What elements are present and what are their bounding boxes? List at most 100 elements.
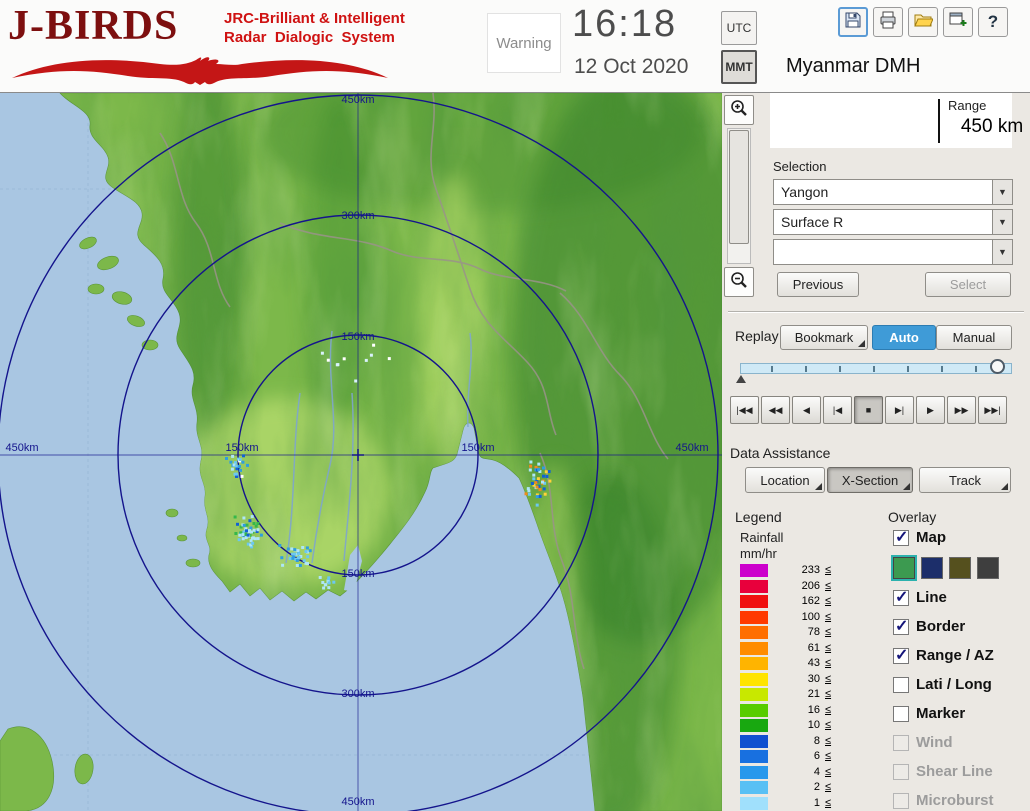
utc-toggle-button[interactable]: UTC xyxy=(721,11,757,45)
overlay-item-label: Border xyxy=(916,618,965,635)
legend-value: 1 xyxy=(784,796,820,811)
checkbox-line[interactable]: ✓ xyxy=(893,590,909,606)
checkbox-lati-long[interactable] xyxy=(893,677,909,693)
legend-suffix: ≤ xyxy=(825,625,831,640)
playback-step-back-button[interactable]: |◀ xyxy=(823,396,852,424)
zoom-out-icon xyxy=(729,270,749,295)
overlay-item-range-az: ✓ Range / AZ xyxy=(888,648,1030,672)
legend-row: 6≤ xyxy=(740,749,840,764)
range-ring-label: 300km xyxy=(341,688,374,700)
map-style-swatch-1[interactable] xyxy=(893,557,915,579)
header-toolbar: ? xyxy=(838,7,1008,37)
playback-stop-button[interactable]: ■ xyxy=(854,396,883,424)
product-dropdown[interactable]: Surface R ▼ xyxy=(773,209,1013,235)
save-button[interactable] xyxy=(838,7,868,37)
previous-button[interactable]: Previous xyxy=(777,272,859,297)
chevron-down-icon: ▼ xyxy=(998,247,1007,257)
extra-dropdown[interactable]: ▼ xyxy=(773,239,1013,265)
bookmark-button[interactable]: Bookmark xyxy=(780,325,868,350)
overlay-item-label: Map xyxy=(916,529,946,546)
overlay-item-lati-long: Lati / Long xyxy=(888,677,1030,701)
radar-map[interactable]: 450km300km150km150km300km450km450km150km… xyxy=(0,93,722,811)
checkbox-map[interactable]: ✓ xyxy=(893,530,909,546)
legend-suffix: ≤ xyxy=(825,718,831,733)
playback-step-forward-button[interactable]: ▶| xyxy=(885,396,914,424)
site-dropdown-value: Yangon xyxy=(781,184,828,200)
legend-value: 2 xyxy=(784,780,820,795)
legend-suffix: ≤ xyxy=(825,749,831,764)
playback-play-reverse-button[interactable]: ◀ xyxy=(792,396,821,424)
check-mark-icon: ✓ xyxy=(895,616,908,636)
legend-color-swatch xyxy=(740,719,768,732)
track-button[interactable]: Track xyxy=(919,467,1011,493)
overlay-item-wind: Wind xyxy=(888,735,1030,759)
checkbox-wind[interactable] xyxy=(893,735,909,751)
open-button[interactable] xyxy=(908,7,938,37)
site-dropdown[interactable]: Yangon ▼ xyxy=(773,179,1013,205)
app-logo-subtitle-line2: Radar Dialogic System xyxy=(224,29,395,46)
zoom-in-button[interactable] xyxy=(724,95,754,125)
checkbox-border[interactable]: ✓ xyxy=(893,619,909,635)
legend-color-swatch xyxy=(740,688,768,701)
overlay-item-label: Shear Line xyxy=(916,763,993,780)
legend-row: 233≤ xyxy=(740,563,840,578)
range-ring-label: 150km xyxy=(461,442,494,454)
playback-controls: |◀◀◀◀◀|◀■▶|▶▶▶▶▶| xyxy=(730,396,1015,424)
legend-color-swatch xyxy=(740,580,768,593)
legend-suffix: ≤ xyxy=(825,610,831,625)
map-style-swatch-3[interactable] xyxy=(949,557,971,579)
overlay-item-label: Lati / Long xyxy=(916,676,992,693)
location-button[interactable]: Location xyxy=(745,467,825,493)
playback-play-button[interactable]: ▶ xyxy=(916,396,945,424)
legend-color-swatch xyxy=(740,797,768,810)
x-section-button[interactable]: X-Section xyxy=(827,467,913,493)
map-style-swatch-2[interactable] xyxy=(921,557,943,579)
timeline-slider-thumb[interactable] xyxy=(990,359,1005,374)
product-dropdown-arrow-button[interactable]: ▼ xyxy=(992,210,1012,234)
zoom-out-button[interactable] xyxy=(724,267,754,297)
manual-button[interactable]: Manual xyxy=(936,325,1012,350)
legend-color-swatch xyxy=(740,673,768,686)
bookmark-button-label: Bookmark xyxy=(795,330,854,345)
legend-value: 21 xyxy=(784,687,820,702)
legend-suffix: ≤ xyxy=(825,703,831,718)
range-ring-label: 300km xyxy=(341,210,374,222)
legend-row: 162≤ xyxy=(740,594,840,609)
legend-row: 10≤ xyxy=(740,718,840,733)
zoom-in-icon xyxy=(729,98,749,123)
checkbox-shear-line[interactable] xyxy=(893,764,909,780)
legend-suffix: ≤ xyxy=(825,656,831,671)
menu-corner-triangle xyxy=(815,483,822,490)
mmt-toggle-button[interactable]: MMT xyxy=(721,50,757,84)
legend-title: Legend xyxy=(735,509,782,525)
legend-value: 4 xyxy=(784,765,820,780)
zoom-scrollbar-thumb[interactable] xyxy=(729,130,749,244)
legend-value: 6 xyxy=(784,749,820,764)
select-button[interactable]: Select xyxy=(925,272,1011,297)
checkbox-marker[interactable] xyxy=(893,706,909,722)
playback-skip-last-button[interactable]: ▶▶| xyxy=(978,396,1007,424)
map-style-swatch-4[interactable] xyxy=(977,557,999,579)
warning-label: Warning xyxy=(496,35,551,52)
checkbox-microburst[interactable] xyxy=(893,793,909,809)
checkbox-range-az[interactable]: ✓ xyxy=(893,648,909,664)
legend-color-swatch xyxy=(740,611,768,624)
help-button[interactable]: ? xyxy=(978,7,1008,37)
playback-skip-first-button[interactable]: |◀◀ xyxy=(730,396,759,424)
playback-fast-rewind-button[interactable]: ◀◀ xyxy=(761,396,790,424)
extra-dropdown-arrow-button[interactable]: ▼ xyxy=(992,240,1012,264)
range-readout: Range 450 km xyxy=(770,93,1012,148)
print-button[interactable] xyxy=(873,7,903,37)
new-window-button[interactable] xyxy=(943,7,973,37)
warning-button[interactable]: Warning xyxy=(487,13,561,73)
product-dropdown-value: Surface R xyxy=(781,214,843,230)
range-ring-label: 450km xyxy=(5,442,38,454)
site-dropdown-arrow-button[interactable]: ▼ xyxy=(992,180,1012,204)
auto-button[interactable]: Auto xyxy=(872,325,936,350)
replay-timeline-slider[interactable] xyxy=(740,363,1012,374)
overlay-item-label: Range / AZ xyxy=(916,647,994,664)
legend-row: 30≤ xyxy=(740,672,840,687)
timeline-tick xyxy=(805,366,807,372)
playback-fast-forward-button[interactable]: ▶▶ xyxy=(947,396,976,424)
zoom-scrollbar-track[interactable] xyxy=(727,128,751,264)
